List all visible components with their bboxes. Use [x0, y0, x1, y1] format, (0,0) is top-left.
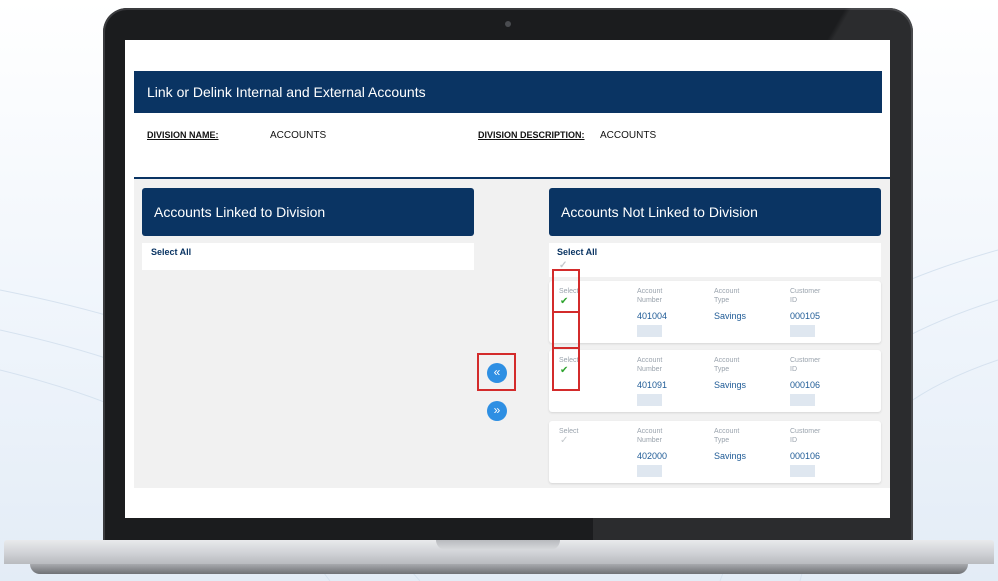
customer-id: 000106	[790, 451, 821, 461]
highlight-move-left	[477, 353, 516, 391]
account-type-header: Account Type	[714, 357, 740, 373]
account-row: Select ✔ Account Number 401091 Account Typ…	[549, 350, 881, 412]
laptop-notch	[436, 540, 560, 550]
customer-id-header: Customer ID	[790, 428, 821, 444]
customer-id: 000106	[790, 380, 821, 390]
highlight-select-column	[552, 269, 580, 391]
account-number: 402000	[637, 451, 668, 461]
account-number: 401004	[637, 311, 668, 321]
linked-select-all-bar: Select All	[142, 243, 474, 270]
customer-id-subtext	[790, 465, 815, 477]
account-number-subtext	[637, 465, 662, 477]
account-row: Select ✓ Account Number 402000 Account Typ…	[549, 421, 881, 483]
customer-id-header: Customer ID	[790, 288, 821, 304]
account-type-header: Account Type	[714, 288, 740, 304]
select-check-icon[interactable]: ✓	[560, 435, 568, 446]
account-type: Savings	[714, 380, 747, 390]
customer-id-header: Customer ID	[790, 357, 821, 373]
account-number-subtext	[637, 325, 662, 337]
move-to-unlinked-button[interactable]: »	[487, 401, 507, 421]
account-type-header: Account Type	[714, 428, 740, 444]
account-number-subtext	[637, 394, 662, 406]
app-screen: Link or Delink Internal and External Acc…	[125, 40, 890, 518]
unlinked-accounts-title: Accounts Not Linked to Division	[561, 204, 758, 220]
linked-select-all[interactable]: Select All	[151, 247, 191, 257]
account-number-header: Account Number	[637, 288, 663, 304]
division-name-label: DIVISION NAME:	[147, 130, 219, 140]
linked-accounts-title: Accounts Linked to Division	[154, 204, 326, 220]
laptop-base-edge	[30, 564, 968, 574]
page-title: Link or Delink Internal and External Acc…	[147, 84, 426, 100]
double-chevron-right-icon: »	[493, 403, 501, 417]
division-description-label: DIVISION DESCRIPTION:	[478, 130, 585, 140]
account-type: Savings	[714, 451, 747, 461]
account-number-header: Account Number	[637, 428, 663, 444]
division-description-value: ACCOUNTS	[600, 130, 657, 141]
account-number: 401091	[637, 380, 668, 390]
page-header: Link or Delink Internal and External Acc…	[134, 71, 882, 113]
account-row: Select ✔ Account Number 401004 Account Typ…	[549, 281, 881, 343]
division-name-value: ACCOUNTS	[270, 130, 327, 141]
laptop-base	[0, 540, 998, 581]
unlinked-select-all-bar: Select All ✓	[549, 243, 881, 277]
webcam	[505, 21, 511, 27]
account-type: Savings	[714, 311, 747, 321]
customer-id: 000105	[790, 311, 821, 321]
customer-id-subtext	[790, 394, 815, 406]
linked-accounts-header: Accounts Linked to Division	[142, 188, 474, 236]
customer-id-subtext	[790, 325, 815, 337]
unlinked-accounts-header: Accounts Not Linked to Division	[549, 188, 881, 236]
unlinked-select-all[interactable]: Select All	[557, 247, 597, 257]
account-number-header: Account Number	[637, 357, 663, 373]
accounts-content-area: Accounts Linked to Division Select All «…	[134, 179, 890, 488]
